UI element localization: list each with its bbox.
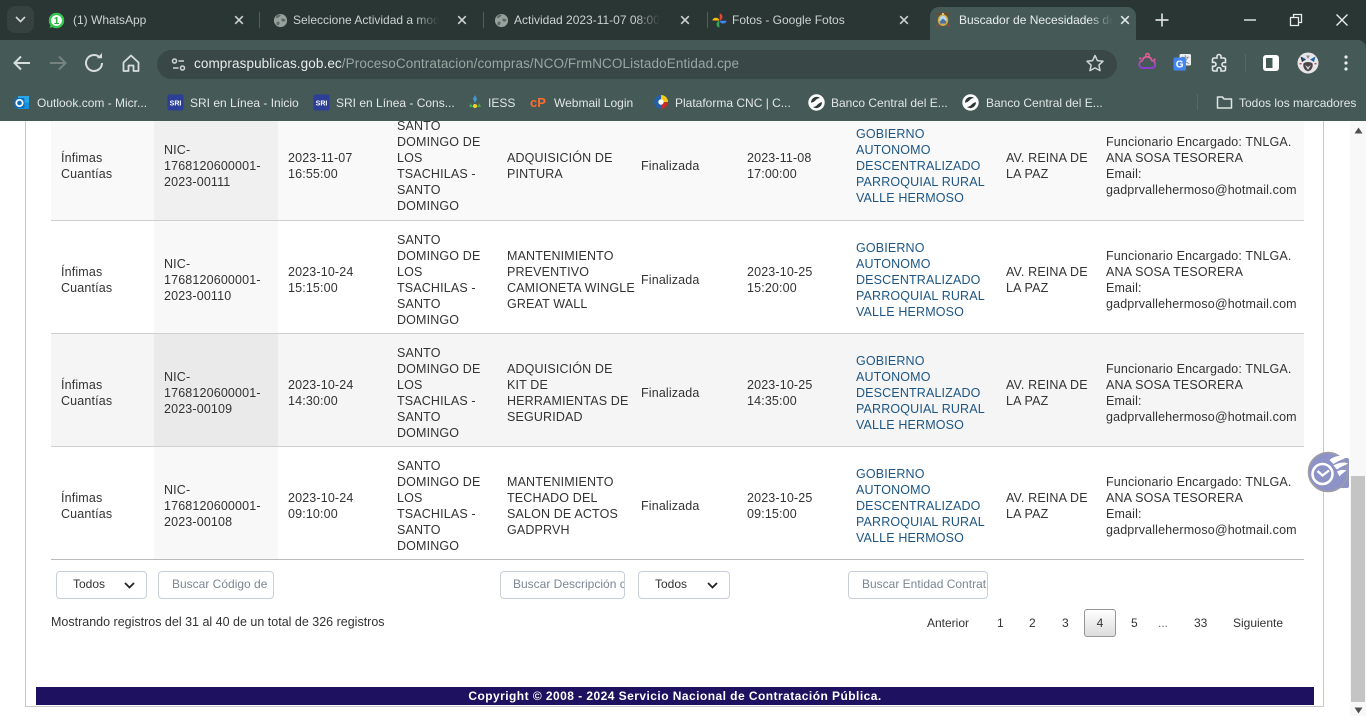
svg-text:G: G [1176, 60, 1184, 71]
svg-text:cP: cP [530, 95, 546, 110]
svg-text:1: 1 [54, 16, 60, 27]
svg-text:SRI: SRI [170, 101, 182, 108]
svg-text:SRI: SRI [316, 101, 328, 108]
